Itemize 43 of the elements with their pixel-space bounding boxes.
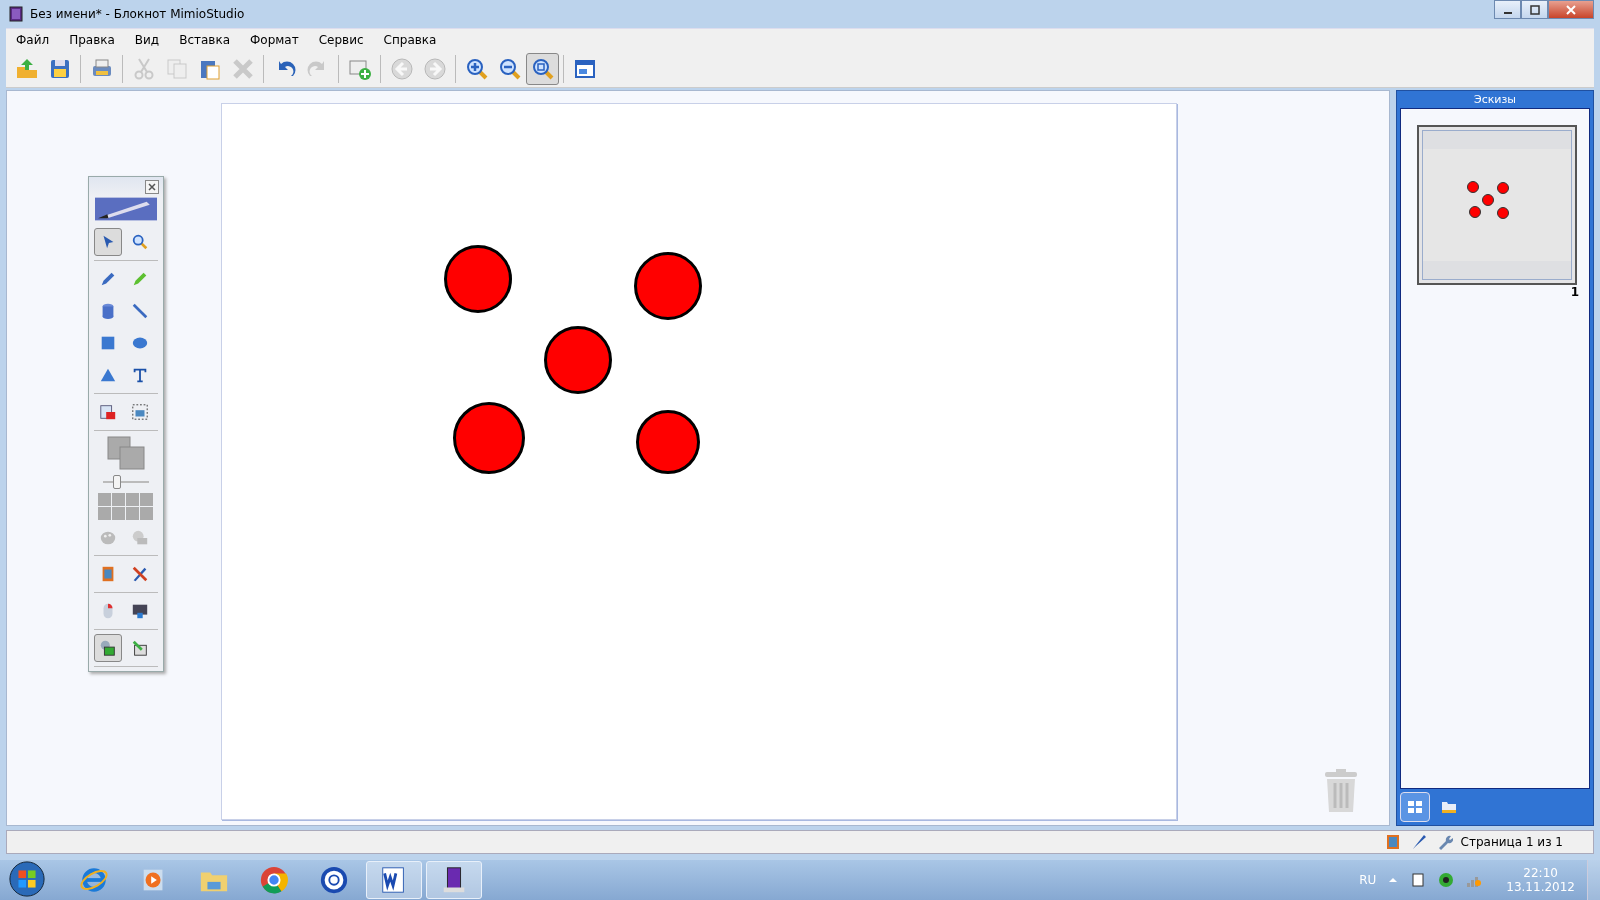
gallery-icon[interactable]	[1384, 834, 1401, 850]
circle-shape[interactable]	[636, 410, 700, 474]
thumbnails-tab[interactable]	[1400, 792, 1430, 822]
page-thumbnail[interactable]	[1417, 125, 1577, 285]
close-button[interactable]	[1548, 0, 1594, 19]
page-number: 1	[1570, 285, 1579, 299]
shapes-tool-button[interactable]	[94, 634, 122, 662]
line-icon[interactable]	[131, 302, 149, 320]
browser-icon[interactable]	[79, 865, 109, 895]
magnifier-icon[interactable]	[131, 233, 149, 251]
window-title: Без имени* - Блокнот MimioStudio	[30, 7, 245, 21]
menu-item[interactable]: Файл	[6, 33, 60, 47]
thickness-slider[interactable]	[103, 475, 149, 489]
menu-item[interactable]: Правка	[59, 33, 125, 47]
disc-icon[interactable]	[319, 865, 349, 895]
page-counter: Страница 1 из 1	[1460, 835, 1563, 849]
panel-header: Эскизы	[1472, 92, 1518, 108]
menu-item[interactable]: Сервис	[308, 33, 374, 47]
folder-icon[interactable]	[1441, 799, 1457, 815]
pen-banner-icon	[95, 197, 157, 221]
image-export-icon[interactable]	[131, 639, 149, 657]
color-swatch-icon[interactable]	[106, 435, 146, 471]
grid-icon[interactable]	[1407, 799, 1423, 815]
minimize-button[interactable]	[1494, 0, 1521, 19]
menu-item[interactable]: Вид	[124, 33, 170, 47]
browser-icon[interactable]	[259, 865, 289, 895]
menu-item[interactable]: Вставка	[169, 33, 240, 47]
shapes-icon[interactable]	[99, 639, 117, 657]
pen-icon[interactable]	[99, 270, 117, 288]
word-taskbar-button[interactable]	[366, 861, 422, 899]
mimio-taskbar-button[interactable]	[426, 861, 482, 899]
monitor-icon[interactable]	[131, 602, 149, 620]
image-import-icon[interactable]	[99, 403, 117, 421]
select-tool-button[interactable]	[94, 228, 122, 256]
maximize-icon[interactable]	[1529, 4, 1540, 15]
power-plug-icon[interactable]	[1410, 872, 1427, 888]
menu-item[interactable]: Формат	[240, 33, 309, 47]
camera-icon[interactable]	[131, 403, 149, 421]
menu-item[interactable]: Справка	[373, 33, 447, 47]
maximize-button[interactable]	[1521, 0, 1548, 19]
square-icon[interactable]	[99, 334, 117, 352]
text-icon[interactable]	[131, 366, 149, 384]
notebook-icon	[8, 6, 24, 22]
